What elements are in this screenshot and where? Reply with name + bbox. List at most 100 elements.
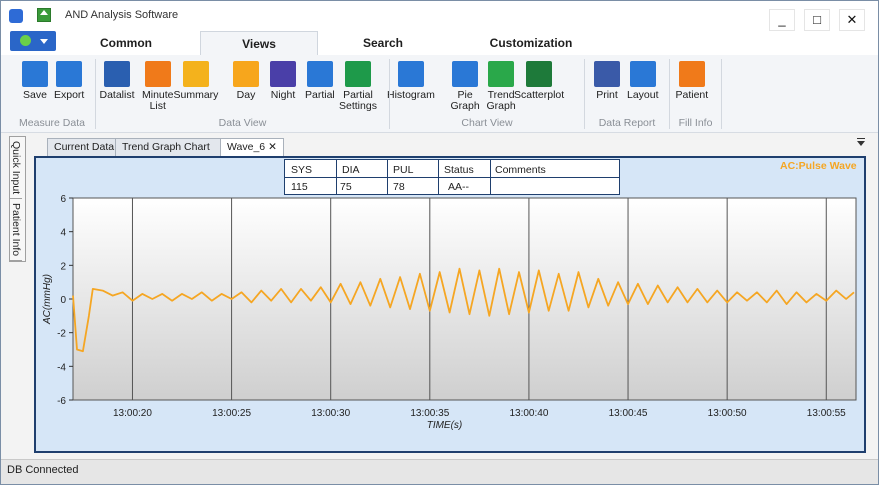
group-measure-data: Measure Data [19,117,85,129]
value-pul: 78 [393,181,405,193]
y-tick-label: -2 [57,329,66,340]
tab-customization[interactable]: Customization [461,31,601,55]
tab-search[interactable]: Search [331,31,435,55]
header-comments: Comments [495,164,546,176]
print-button[interactable]: Print [594,61,620,101]
ribbon-separator [721,59,722,129]
maximize-button[interactable]: □ [804,9,830,31]
datalist-button[interactable]: Datalist [100,61,135,101]
layout-icon [629,61,656,87]
doc-tab-label: Wave_6 [227,141,266,153]
trend-graph-icon [488,61,515,87]
export-icon [56,61,83,87]
save-icon [22,61,48,87]
summary-button[interactable]: Summary [174,61,218,101]
ribbon-button-label: Patient [675,89,709,101]
ribbon-button-label: Save [23,89,47,101]
group-chart-view: Chart View [461,117,513,129]
tab-views[interactable]: Views [200,31,318,55]
app-icon[interactable] [9,9,23,23]
sun-icon [233,61,259,87]
patient-button[interactable]: Patient [675,61,709,101]
night-button[interactable]: Night [270,61,296,101]
side-panel-tabs: Quick Input Patient Info [9,136,26,263]
side-tab-quick-input[interactable]: Quick Input [10,137,22,200]
tab-common[interactable]: Common [71,31,181,55]
x-tick-label: 13:00:20 [113,408,152,419]
ribbon-button-label: Trend Graph [486,89,516,112]
ribbon-button-label: Partial [305,89,335,101]
home-icon[interactable] [37,8,51,22]
scatterplot-button[interactable]: Scatterplot [514,61,564,101]
x-tick-label: 13:00:30 [311,408,350,419]
x-tick-label: 13:00:40 [509,408,548,419]
app-window: AND Analysis Software _ □ ✕ Common Views… [0,0,879,485]
group-fill-info: Fill Info [678,117,713,129]
group-data-report: Data Report [598,117,656,129]
trend-graph-button[interactable]: Trend Graph [487,61,516,112]
title-bar: AND Analysis Software _ □ ✕ [1,1,878,31]
ribbon-button-label: Minute List [142,89,174,112]
x-tick-label: 13:00:35 [410,408,449,419]
histogram-button[interactable]: Histogram [387,61,435,101]
y-tick-label: 4 [60,228,66,239]
ribbon-button-label: Export [54,89,85,101]
layout-button[interactable]: Layout [627,61,659,101]
doc-tab-current-data[interactable]: Current Data [47,138,119,156]
partial-settings-icon [344,61,371,87]
side-tab-patient-info[interactable]: Patient Info [10,199,22,262]
day-button[interactable]: Day [233,61,259,101]
ribbon-button-label: Datalist [99,89,135,101]
window-title: AND Analysis Software [65,9,179,21]
ribbon-button-label: Night [270,89,296,101]
moon-icon [270,61,296,87]
measurement-table: SYS DIA PUL Status Comments 115 75 78 AA… [284,159,620,195]
header-pul: PUL [393,164,414,176]
x-tick-label: 13:00:45 [609,408,648,419]
save-button[interactable]: Save [22,61,48,101]
minimize-button[interactable]: _ [769,9,795,31]
y-axis-label: AC(mmHg) [42,274,53,325]
header-sys: SYS [291,164,313,176]
doc-tab-trend-graph-chart[interactable]: Trend Graph Chart [115,138,223,156]
ribbon-button-label: Scatterplot [514,89,565,101]
close-tab-icon[interactable]: ✕ [268,141,277,153]
pulse-wave-chart[interactable]: 6 4 2 0 -2 -4 -6 13:00:20 13:00:25 13:00:30 13:00:… [36,158,864,451]
status-bar: DB Connected [1,459,878,484]
app-menu-button[interactable] [10,31,56,51]
y-tick-label: -6 [57,396,66,407]
x-tick-label: 13:00:25 [212,408,251,419]
ribbon-button-label: Partial Settings [339,89,377,112]
print-icon [594,61,620,87]
ribbon-button-label: Day [236,89,256,101]
scatterplot-icon [526,61,553,87]
table-divider [336,160,337,194]
group-data-view: Data View [218,117,267,129]
tab-list-dropdown-icon[interactable] [857,138,865,146]
minute-list-icon [144,61,171,87]
x-tick-label: 13:00:55 [807,408,846,419]
y-tick-label: -4 [57,362,66,373]
ribbon-button-label: Histogram [387,89,435,101]
ribbon-button-label: Layout [627,89,659,101]
y-tick-label: 6 [60,194,66,205]
table-divider [438,160,439,194]
value-dia: 75 [340,181,352,193]
ribbon-button-label: Print [596,89,618,101]
table-divider [490,160,491,194]
summary-icon [182,61,209,87]
y-tick-label: 2 [60,261,66,272]
pie-graph-button[interactable]: Pie Graph [451,61,480,112]
doc-tab-wave-6[interactable]: Wave_6 ✕ [220,138,284,157]
value-status: AA-- [448,181,469,193]
partial-settings-button[interactable]: Partial Settings [339,61,377,112]
histogram-icon [397,61,424,87]
export-button[interactable]: Export [54,61,84,101]
pie-graph-icon [452,61,479,87]
patient-icon [678,61,705,87]
ribbon-button-label: Pie Graph [450,89,480,112]
value-sys: 115 [291,181,308,193]
close-button[interactable]: ✕ [839,9,865,31]
minute-list-button[interactable]: Minute List [142,61,174,112]
partial-button[interactable]: Partial [305,61,335,101]
